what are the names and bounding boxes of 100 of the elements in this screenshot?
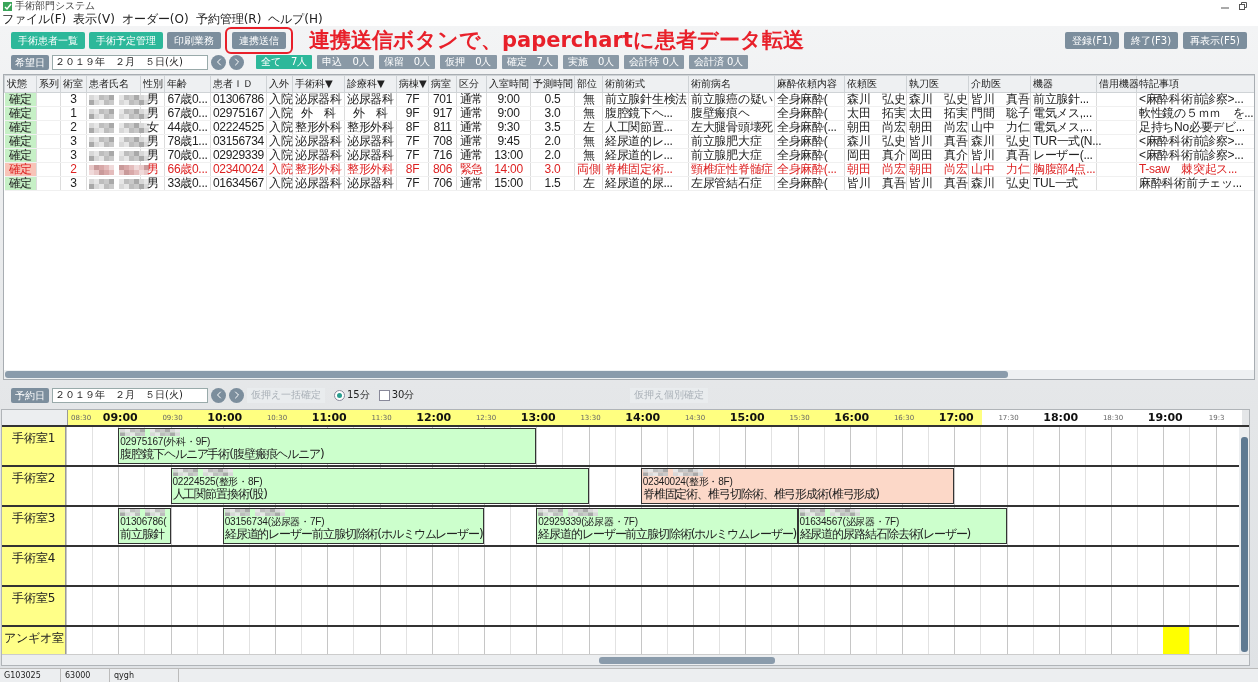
horizontal-scrollbar[interactable] [4,370,1254,379]
column-header[interactable]: 入外 [266,75,293,93]
table-cell: 脊椎固定術... [602,162,689,177]
surgery-block[interactable]: 02975167(外科・9F) 腹腔鏡下ヘルニア手術(腹壁瘢痕ヘルニア) [118,428,537,464]
pixelated-name-drawing [172,469,233,476]
column-header[interactable]: 性別 [140,75,165,93]
column-header[interactable]: 入室時間 [486,75,531,93]
column-header[interactable]: 系列 [36,75,61,93]
date-field[interactable]: ２０１９年 ２月 ５日(火) [52,54,208,70]
table-cell: 麻酔科術前チェッ... [1136,176,1254,191]
surgery-block[interactable]: 03156734(泌尿器・7F) 経尿道的レーザー前立腺切除術(ホルミウムレーザー) [222,508,484,544]
date-field[interactable]: ２０１９年 ２月 ５日(火) [52,387,208,403]
menu-item[interactable]: 予約管理(R) [195,12,262,26]
table-cell: 通常 [456,92,487,107]
table-cell: 通常 [456,120,487,135]
procedure-label: 人工関節置換術(股) [172,487,268,501]
horizontal-scrollbar[interactable] [2,654,1249,665]
procedure-label: 経尿道的レーザー前立腺切除術(ホルミウムレーザー) [538,527,796,541]
pixelated-name-drawing [89,108,149,119]
table-cell: 皆川 真吾 [968,92,1031,107]
pixelated-name-drawing [89,178,149,189]
table-cell: 02975167 [210,106,267,121]
column-header[interactable]: 依頼医 [844,75,907,93]
column-header[interactable]: 部位 [574,75,603,93]
surgery-block[interactable]: 01634567(泌尿器・7F) 経尿道的尿路結石除去術(レーザー) [797,508,1007,544]
interval-radio[interactable]: 15分 [334,388,370,402]
hour-label: 13:00 [512,410,565,425]
procedure-label: 腹腔鏡下ヘルニア手術(腹壁瘢痕ヘルニア) [120,447,325,461]
column-header[interactable]: 患者ＩＤ [210,75,267,93]
column-header[interactable]: 麻酔依頼内容 [774,75,845,93]
table-cell: 泌尿器科 [344,148,397,163]
column-header[interactable]: 区分 [456,75,487,93]
status-text: 63000 [61,669,110,682]
column-header[interactable]: 患者氏名 [86,75,141,93]
surgery-block[interactable]: 02340024(整形・8F) 脊椎固定術、椎弓切除術、椎弓形成術(椎弓形成) [640,468,955,504]
table-cell: 66歳0... [164,162,211,177]
table-cell: 7F [396,134,429,149]
table-cell: レーザー(... [1030,148,1097,163]
table-cell: 外 科 [292,106,345,121]
surgery-block[interactable]: 02929339(泌尿器・7F) 経尿道的レーザー前立腺切除術(ホルミウムレーザー) [536,508,798,544]
column-header[interactable]: 手術科▼ [292,75,345,93]
table-cell: 泌尿器科 [292,92,345,107]
table-cell: 33歳0... [164,176,211,191]
table-cell: 67歳0... [164,92,211,107]
column-header[interactable]: 病棟▼ [396,75,429,93]
column-header[interactable]: 術前術式 [602,75,689,93]
status-text: qygh [110,669,179,682]
table-cell: 9:00 [486,106,531,121]
patient-id-label: 01306786( [120,516,168,527]
table-cell: 7F [396,92,429,107]
pixelated-name-drawing [89,150,149,161]
table-cell: 806 [428,162,457,177]
column-header[interactable]: 診療科▼ [344,75,397,93]
surgery-block[interactable]: 02224525(整形・8F) 人工関節置換術(股) [170,468,589,504]
previous-button[interactable] [211,54,226,70]
column-header[interactable]: 術前病名 [688,75,775,93]
table-cell: 森川 弘史 [968,134,1031,149]
header-corner [2,410,68,425]
table-cell: 44歳0... [164,120,211,135]
surgery-block[interactable]: 01306786( 前立腺針 [118,508,171,544]
table-cell: 両側 [574,162,603,177]
table-cell: 朝田 尚宏 [906,120,969,135]
next-button[interactable] [229,54,244,70]
column-header[interactable]: 機器 [1030,75,1097,93]
patient-id-label: 02340024(整形・8F) [642,476,733,487]
table-cell: 男 [140,176,165,191]
table-cell: 03156734 [210,134,267,149]
restore-icon[interactable] [1239,2,1247,10]
column-header[interactable]: 病室 [428,75,457,93]
table-cell: 腹壁瘢痕ヘ [688,106,775,121]
table-cell: 前立腺針生検法 [602,92,689,107]
vertical-scrollbar[interactable] [1239,427,1249,654]
table-cell: 山中 力仁 [968,162,1031,177]
column-header[interactable]: 予測時間 [530,75,575,93]
table-cell: 経尿道的レ... [602,148,689,163]
table-cell: 整形外科 [292,162,345,177]
previous-button[interactable] [211,387,226,403]
menu-item[interactable]: ファイル(F) [2,12,67,26]
menu-item[interactable]: オーダー(O) [121,12,189,26]
column-header[interactable]: 状態 [4,75,37,93]
column-header[interactable]: 介助医 [968,75,1031,93]
interval-checkbox[interactable]: 30分 [378,388,415,402]
table-cell: 入院 [266,134,293,149]
table-cell: 皆川 真吾 [906,134,969,149]
menu-item[interactable]: 表示(V) [73,12,115,26]
column-header[interactable]: 執刀医 [906,75,969,93]
table-cell: 通常 [456,106,487,121]
hour-label: 09:00 [94,410,147,425]
status-text: G103025 [0,669,61,682]
table-cell: 胸腹部4点... [1030,162,1097,177]
table-cell: 岡田 真介 [906,148,969,163]
column-header[interactable]: 年齢 [164,75,211,93]
menu-item[interactable]: ヘルプ(H) [268,12,323,26]
hour-label: 14:00 [616,410,669,425]
next-button[interactable] [229,387,244,403]
table-cell: 左尿管結石症 [688,176,775,191]
table-cell: 通常 [456,176,487,191]
column-header[interactable]: 術室 [60,75,87,93]
table-cell: 太田 拓実 [906,106,969,121]
table-cell: 全身麻酔( [774,148,845,163]
